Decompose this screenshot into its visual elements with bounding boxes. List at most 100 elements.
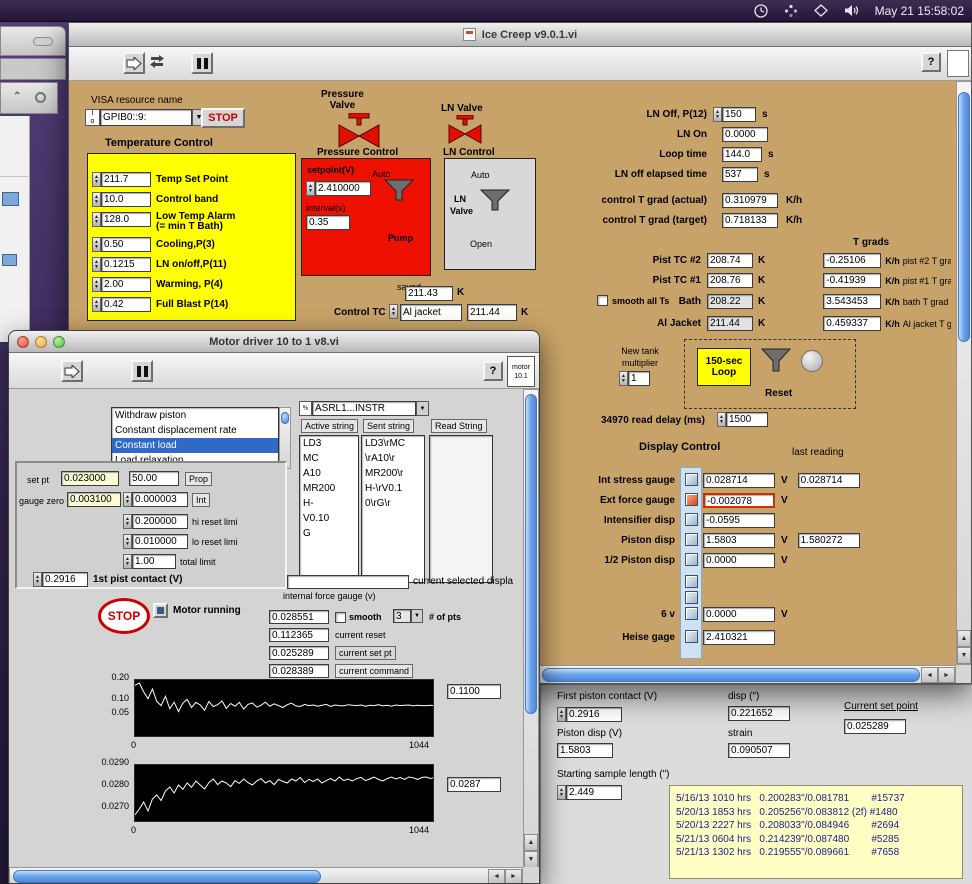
increment-decrement[interactable]: ▲ ▼ bbox=[123, 492, 132, 507]
param-field[interactable]: 150 bbox=[722, 107, 756, 122]
interval-field[interactable]: 0.35 bbox=[306, 215, 350, 230]
full-blast-field[interactable]: 0.42 bbox=[101, 297, 151, 312]
vertical-scrollbar[interactable]: ▲ ▼ bbox=[956, 81, 971, 665]
sync-status-icon[interactable] bbox=[784, 4, 798, 18]
mode-list-scrollbar[interactable] bbox=[279, 407, 291, 469]
scroll-up-button[interactable]: ▲ bbox=[957, 630, 971, 647]
run-log-box[interactable]: 5/16/13 1010 hrs 0.200283"/0.081781 #157… bbox=[669, 785, 963, 879]
scroll-down-button[interactable]: ▼ bbox=[957, 647, 971, 664]
display-field[interactable]: 0.0000 bbox=[703, 553, 775, 568]
setpoint-field[interactable]: 2.410000 bbox=[315, 181, 371, 196]
increment-decrement[interactable]: ▲ ▼ bbox=[123, 514, 132, 529]
control-tc-value[interactable]: Al jacket bbox=[400, 304, 462, 321]
increment-decrement[interactable]: ▲ ▼ bbox=[92, 257, 101, 272]
spare-toggle[interactable] bbox=[685, 591, 698, 604]
pressure-valve-icon[interactable] bbox=[337, 113, 381, 149]
file-icon[interactable] bbox=[2, 192, 19, 206]
read-delay-field[interactable]: 1500 bbox=[726, 412, 768, 427]
pause-button[interactable] bbox=[191, 52, 213, 74]
vertical-scrollbar[interactable]: ▲ ▼ bbox=[523, 389, 539, 868]
control-tc-selector[interactable]: ▲ ▼ bbox=[389, 304, 398, 319]
window-mode-icon[interactable] bbox=[947, 50, 969, 77]
increment-decrement[interactable]: ▲ ▼ bbox=[92, 212, 101, 227]
increment-decrement[interactable]: ▲ ▼ bbox=[306, 181, 315, 196]
scroll-down-button[interactable]: ▼ bbox=[524, 851, 538, 868]
cooling-field[interactable]: 0.50 bbox=[101, 237, 151, 252]
chevron-up-icon[interactable]: ⌃ bbox=[13, 91, 21, 102]
zoom-icon[interactable] bbox=[53, 336, 65, 348]
num-pts-dropdown[interactable]: 3 ▼ bbox=[393, 609, 423, 623]
warming-field[interactable]: 2.00 bbox=[101, 277, 151, 292]
smooth-checkbox[interactable] bbox=[335, 612, 346, 623]
display-field[interactable]: 1.5803 bbox=[703, 533, 775, 548]
visa-resource-value[interactable]: GPIB0::9: bbox=[100, 109, 192, 126]
set-pt-field[interactable]: 0.023000 bbox=[61, 471, 119, 486]
pause-button[interactable] bbox=[131, 360, 153, 382]
scroll-left-button[interactable]: ◄ bbox=[488, 869, 505, 883]
prop-field[interactable]: 50.00 bbox=[129, 471, 179, 486]
ln-valve-icon[interactable] bbox=[447, 115, 483, 145]
gauge-zero-field[interactable]: 0.003100 bbox=[67, 492, 121, 507]
increment-decrement[interactable]: ▲ ▼ bbox=[557, 785, 566, 800]
spaces-icon[interactable] bbox=[813, 4, 828, 17]
increment-decrement[interactable]: ▲ ▼ bbox=[92, 172, 101, 187]
temp-set-point-field[interactable]: 211.7 bbox=[101, 172, 151, 187]
window-pill-button[interactable] bbox=[33, 37, 53, 46]
gear-icon[interactable] bbox=[35, 92, 46, 103]
reset-button[interactable] bbox=[801, 350, 823, 372]
read-string-list[interactable] bbox=[429, 435, 493, 583]
display-field[interactable]: -0.0595 bbox=[703, 513, 775, 528]
low-temp-alarm-field[interactable]: 128.0 bbox=[101, 212, 151, 227]
hi-reset-field[interactable]: 0.200000 bbox=[132, 514, 188, 529]
display-field[interactable]: 0.0000 bbox=[703, 607, 775, 622]
strain-field[interactable]: 0.090507 bbox=[728, 743, 790, 758]
loop-button[interactable]: 150-sec Loop bbox=[697, 348, 751, 386]
display-field[interactable]: 2.410321 bbox=[703, 630, 775, 645]
increment-decrement[interactable]: ▲ ▼ bbox=[92, 237, 101, 252]
active-string-list[interactable]: LD3 MC A10 MR200 H- V0.10 G bbox=[299, 435, 359, 583]
stop-button[interactable]: STOP bbox=[201, 108, 245, 128]
sample-length-field[interactable]: 2.449 bbox=[566, 785, 622, 800]
chevron-down-icon[interactable]: ▼ bbox=[416, 401, 429, 416]
increment-decrement[interactable]: ▲ ▼ bbox=[92, 192, 101, 207]
scrollbar-thumb[interactable] bbox=[525, 394, 537, 714]
chevron-down-icon[interactable]: ▼ bbox=[411, 609, 423, 623]
increment-decrement[interactable]: ▲ ▼ bbox=[123, 554, 132, 569]
menu-clock[interactable]: May 21 15:58:02 bbox=[875, 4, 964, 18]
disp-field[interactable]: 0.221652 bbox=[728, 706, 790, 721]
help-button[interactable]: ? bbox=[483, 361, 503, 381]
ln-onoff-field[interactable]: 0.1215 bbox=[101, 257, 151, 272]
increment-decrement[interactable]: ▲ ▼ bbox=[713, 107, 722, 122]
volume-icon[interactable] bbox=[844, 4, 859, 17]
run-continuous-icon[interactable] bbox=[149, 55, 165, 74]
horizontal-scrollbar[interactable]: ◄ ► bbox=[9, 867, 523, 883]
file-icon[interactable] bbox=[2, 254, 17, 266]
increment-decrement[interactable]: ▲ ▼ bbox=[33, 572, 42, 587]
sent-string-list[interactable]: LD3\rMC \rA10\r MR200\r H-\rV0.1 0\rG\r bbox=[361, 435, 425, 583]
minimize-icon[interactable] bbox=[35, 336, 47, 348]
clock-icon[interactable] bbox=[753, 3, 768, 18]
visa-port-value[interactable]: ASRL1...INSTR bbox=[312, 401, 416, 416]
increment-decrement[interactable]: ▲ ▼ bbox=[123, 534, 132, 549]
mode-item[interactable]: Constant displacement rate bbox=[112, 423, 278, 438]
display-field[interactable]: -0.002078 bbox=[703, 493, 775, 508]
motor-titlebar[interactable]: Motor driver 10 to 1 v8.vi bbox=[9, 331, 539, 353]
mode-listbox[interactable]: Withdraw piston Constant displacement ra… bbox=[111, 407, 279, 469]
ice-creep-titlebar[interactable]: Ice Creep v9.0.1.vi bbox=[69, 23, 971, 47]
param-field[interactable]: 0.0000 bbox=[722, 127, 768, 142]
scrollbar-thumb[interactable] bbox=[13, 870, 321, 883]
scroll-right-button[interactable]: ► bbox=[505, 869, 522, 883]
new-tank-field[interactable]: 1 bbox=[628, 371, 650, 386]
int-field[interactable]: 0.000003 bbox=[132, 492, 188, 507]
increment-decrement[interactable]: ▲ ▼ bbox=[92, 297, 101, 312]
increment-decrement[interactable]: ▲ ▼ bbox=[92, 277, 101, 292]
run-button[interactable] bbox=[61, 360, 83, 382]
run-button[interactable] bbox=[123, 52, 145, 74]
motor-running-indicator[interactable] bbox=[153, 603, 168, 618]
motor-stop-button[interactable]: STOP bbox=[98, 598, 150, 634]
display-field[interactable]: 0.028714 bbox=[703, 473, 775, 488]
first-piston-contact-field[interactable]: 0.2916 bbox=[566, 707, 622, 722]
piston-disp-field[interactable]: 1.5803 bbox=[557, 743, 613, 758]
mode-item[interactable]: Withdraw piston bbox=[112, 408, 278, 423]
increment-decrement[interactable]: ▲ ▼ bbox=[717, 412, 726, 427]
